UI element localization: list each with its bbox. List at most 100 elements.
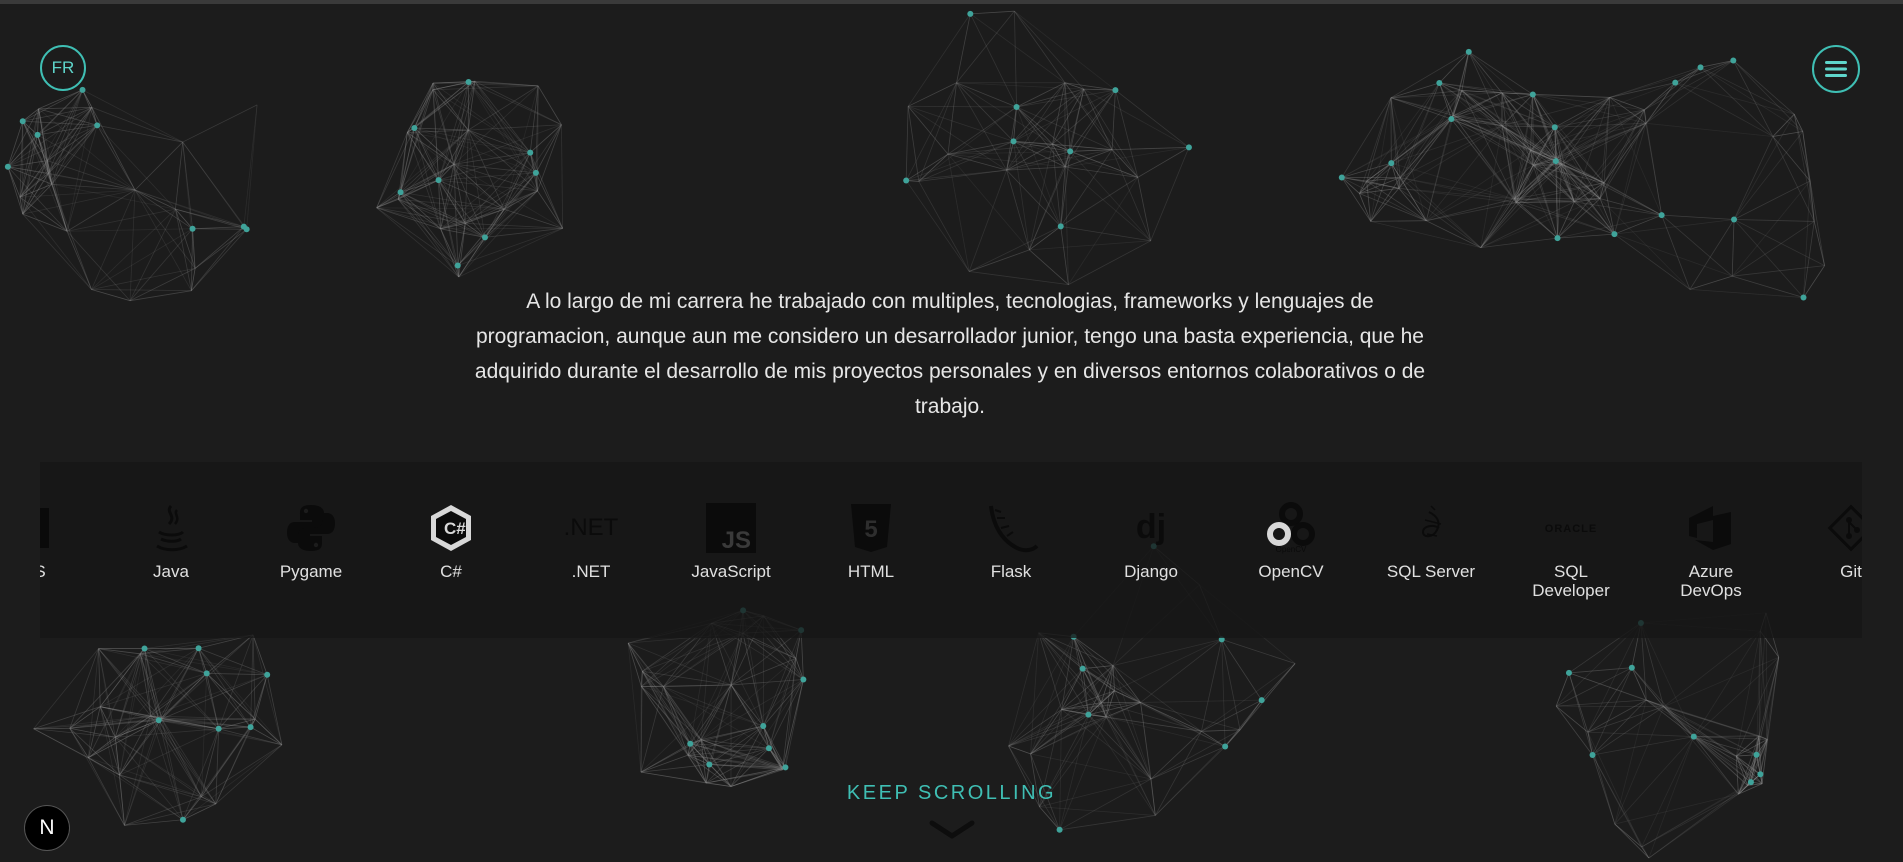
network-line <box>1609 60 1734 98</box>
network-node <box>189 225 196 232</box>
network-line <box>1014 10 1066 83</box>
opencv-logo-text: OpenCV <box>1276 545 1307 554</box>
network-line <box>218 728 283 746</box>
network-line <box>134 189 193 230</box>
network-line <box>1008 632 1040 747</box>
network-line <box>1038 632 1062 710</box>
network-line <box>1700 67 1774 137</box>
tech-item-csharp: C# C# <box>396 502 506 581</box>
network-line <box>400 127 415 193</box>
network-line <box>1556 705 1664 708</box>
tech-item-sql-developer: ORACLE SQL Developer <box>1516 502 1626 600</box>
tech-name: SQL Developer <box>1532 562 1610 600</box>
network-line <box>1038 632 1115 692</box>
network-node <box>1010 138 1017 145</box>
network-node <box>1056 826 1063 833</box>
network-line <box>1734 219 1815 222</box>
network-line <box>1809 180 1825 266</box>
network-line <box>376 207 466 224</box>
tech-name: Java <box>153 562 189 581</box>
network-node <box>34 131 41 138</box>
network-line <box>1069 151 1151 242</box>
flask-icon <box>989 505 1039 553</box>
network-node <box>1185 144 1192 151</box>
tech-item-dotnet: .NET .NET <box>536 502 646 581</box>
java-icon <box>156 504 188 552</box>
network-line <box>1555 672 1570 707</box>
network-line <box>1614 109 1645 235</box>
tech-name: Pygame <box>279 562 343 581</box>
network-line <box>22 213 68 232</box>
network-line <box>1675 82 1774 137</box>
network-line <box>1013 11 1017 107</box>
network-line <box>252 634 268 675</box>
network-node <box>179 816 186 823</box>
network-line <box>1614 233 1691 290</box>
network-node <box>1551 124 1558 131</box>
network-line <box>474 81 531 153</box>
network-line <box>700 633 744 740</box>
network-line <box>194 226 245 269</box>
network-line <box>1609 66 1701 98</box>
network-line <box>1480 201 1575 249</box>
network-node <box>1529 91 1536 98</box>
network-line <box>1341 115 1454 178</box>
chevron-down-icon[interactable] <box>928 818 976 842</box>
network-node <box>706 761 713 768</box>
tech-item-azure-devops: Azure DevOps <box>1656 502 1766 600</box>
network-line <box>1370 220 1481 249</box>
network-line <box>1201 729 1241 732</box>
network-line <box>66 230 131 301</box>
network-line <box>1059 815 1156 831</box>
network-node <box>1338 174 1345 181</box>
tech-item-javascript: JS JavaScript <box>676 502 786 581</box>
network-line <box>1614 823 1642 848</box>
tech-item-django: dj Django <box>1096 502 1206 581</box>
network-line <box>158 634 254 721</box>
network-node <box>1067 148 1074 155</box>
network-line <box>1059 714 1089 830</box>
network-line <box>1426 220 1481 249</box>
menu-button[interactable] <box>1812 45 1860 93</box>
network-line <box>1587 622 1642 733</box>
language-toggle-button[interactable]: FR <box>40 45 86 91</box>
sql-server-icon <box>1421 505 1442 538</box>
network-node <box>465 78 472 85</box>
network-line <box>1645 82 1676 124</box>
network-line <box>969 13 1017 108</box>
network-node <box>1628 664 1635 671</box>
javascript-icon: JS <box>706 503 756 554</box>
network-node <box>1690 733 1697 740</box>
network-line <box>1390 97 1452 120</box>
html5-icon: 5 <box>851 504 891 552</box>
network-node <box>454 262 461 269</box>
hamburger-icon <box>1825 61 1847 77</box>
network-line <box>243 104 258 227</box>
network-line <box>1039 806 1060 831</box>
network-node <box>243 226 250 233</box>
network-line <box>1111 149 1152 241</box>
network-line <box>1614 736 1695 825</box>
network-node <box>4 163 11 170</box>
network-node <box>1112 87 1119 94</box>
network-line <box>129 208 176 301</box>
tech-name: .NET <box>571 562 611 581</box>
keep-scrolling-label: KEEP SCROLLING <box>846 782 1057 804</box>
network-line <box>1733 136 1774 220</box>
network-line <box>905 180 970 272</box>
network-line <box>1112 665 1202 732</box>
network-node <box>1800 294 1807 301</box>
network-line <box>1006 106 1017 171</box>
network-line <box>182 141 247 230</box>
network-line <box>96 125 136 191</box>
tech-name: Django <box>1124 562 1178 581</box>
network-node <box>203 670 210 677</box>
network-line <box>1029 240 1151 251</box>
nextjs-badge-button[interactable]: N <box>25 806 69 850</box>
network-line <box>1068 240 1151 285</box>
network-line <box>1398 188 1427 221</box>
network-line <box>1014 10 1116 91</box>
network-line <box>1137 147 1190 178</box>
tech-item-git: Git <box>1796 502 1862 581</box>
network-line <box>1813 221 1825 266</box>
